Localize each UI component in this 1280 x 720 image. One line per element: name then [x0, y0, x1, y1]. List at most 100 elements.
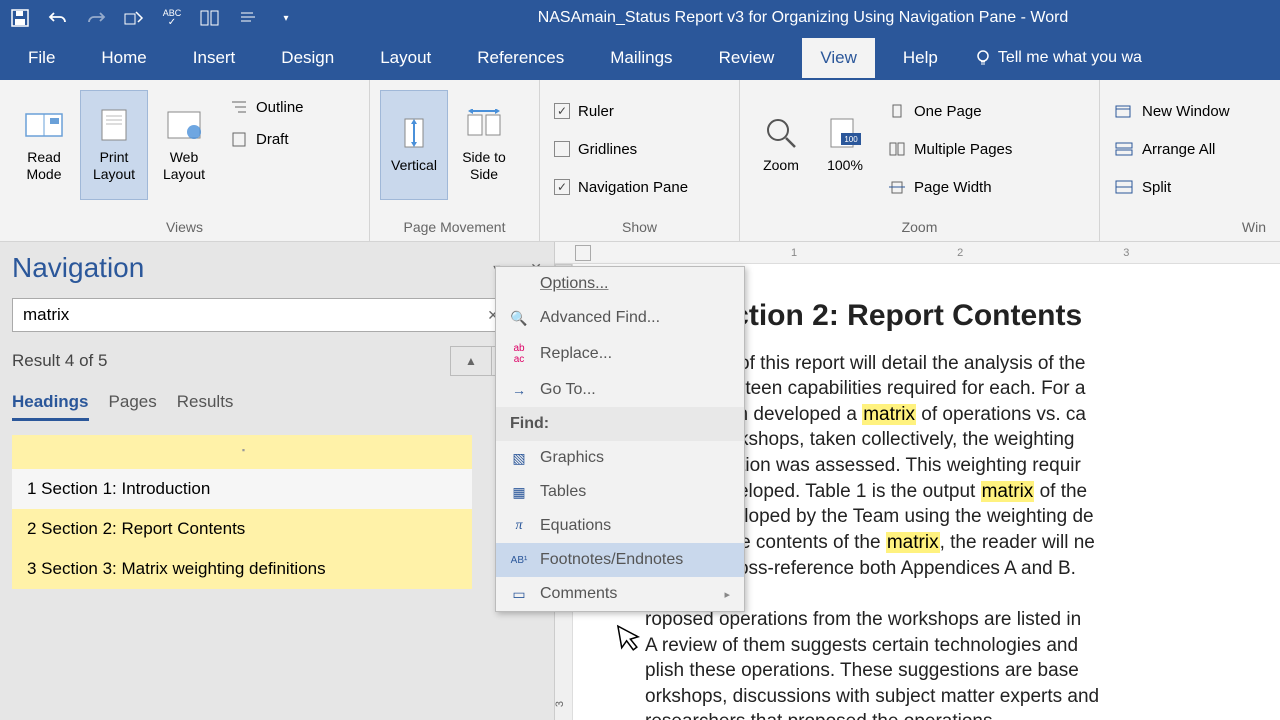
menu-options[interactable]: Options... [496, 267, 744, 301]
checkbox-checked-icon [554, 179, 570, 195]
movement-group-label: Page Movement [380, 215, 529, 241]
tab-mailings[interactable]: Mailings [592, 38, 690, 78]
gridlines-checkbox[interactable]: Gridlines [554, 136, 688, 162]
navigation-title: Navigation [12, 252, 144, 284]
nav-tab-pages[interactable]: Pages [109, 392, 157, 421]
menu-find-header: Find: [496, 407, 744, 441]
tab-help[interactable]: Help [885, 38, 956, 78]
draft-icon [230, 131, 248, 147]
new-window-icon [1114, 103, 1134, 119]
arrange-icon [1114, 141, 1134, 157]
menu-graphics[interactable]: ▧Graphics [496, 441, 744, 475]
goto-icon: → [510, 382, 528, 398]
tables-icon: ▦ [510, 484, 528, 501]
footnotes-icon: AB¹ [510, 555, 528, 566]
title-bar: ABC✓ ▾ NASAmain_Status Report v3 for Org… [0, 0, 1280, 36]
menu-comments[interactable]: ▭Comments▸ [496, 577, 744, 611]
search-result-count: Result 4 of 5 [12, 351, 107, 371]
vertical-button[interactable]: Vertical [380, 90, 448, 200]
tab-home[interactable]: Home [83, 38, 164, 78]
window-title: NASAmain_Status Report v3 for Organizing… [296, 9, 1270, 27]
draft-button[interactable]: Draft [230, 126, 304, 152]
tab-insert[interactable]: Insert [175, 38, 254, 78]
print-layout-icon [94, 107, 134, 143]
graphics-icon: ▧ [510, 450, 528, 467]
read-mode-icon [24, 107, 64, 143]
outline-button[interactable]: Outline [230, 94, 304, 120]
one-page-button[interactable]: One Page [888, 98, 1012, 124]
heading-item-2[interactable]: 2 Section 2: Report Contents [12, 509, 472, 549]
web-layout-icon [164, 107, 204, 143]
menu-replace[interactable]: abacReplace... [496, 335, 744, 373]
svg-text:100: 100 [844, 135, 858, 144]
ribbon: Read Mode Print Layout Web Layout Outlin… [0, 80, 1280, 242]
tab-file[interactable]: File [10, 38, 73, 78]
spelling-icon[interactable]: ABC✓ [162, 8, 182, 28]
checkbox-icon [554, 141, 570, 157]
web-layout-button[interactable]: Web Layout [150, 90, 218, 200]
zoom-icon [761, 115, 801, 151]
side-to-side-button[interactable]: Side to Side [450, 90, 518, 200]
menu-advanced-find[interactable]: 🔍Advanced Find... [496, 301, 744, 335]
print-layout-button[interactable]: Print Layout [80, 90, 148, 200]
undo-icon[interactable] [48, 8, 68, 28]
zoom-100-icon: 100 [825, 115, 865, 151]
comments-icon: ▭ [510, 586, 528, 603]
tab-view[interactable]: View [802, 38, 875, 78]
columns-icon[interactable] [200, 8, 220, 28]
search-icon: 🔍 [510, 310, 528, 327]
heading-list: ▪ 1 Section 1: Introduction 2 Section 2:… [12, 435, 472, 589]
equations-icon: π [510, 518, 528, 534]
one-page-icon [888, 103, 906, 119]
heading-item-3[interactable]: 3 Section 3: Matrix weighting definition… [12, 549, 472, 589]
horizontal-ruler[interactable]: 123 [555, 242, 1280, 264]
replace-icon: abac [510, 343, 528, 365]
paragraph-icon[interactable] [238, 8, 258, 28]
checkbox-checked-icon [554, 103, 570, 119]
navpane-checkbox[interactable]: Navigation Pane [554, 174, 688, 200]
menu-footnotes[interactable]: AB¹Footnotes/Endnotes [496, 543, 744, 577]
menu-bar: File Home Insert Design Layout Reference… [0, 36, 1280, 80]
nav-search-box[interactable]: ✕ ▾ [12, 298, 532, 332]
outline-icon [230, 99, 248, 115]
page-width-icon [888, 179, 906, 195]
page-width-button[interactable]: Page Width [888, 174, 1012, 200]
save-icon[interactable] [10, 8, 30, 28]
lightbulb-icon [974, 49, 992, 67]
search-input[interactable] [23, 305, 481, 325]
tab-references[interactable]: References [459, 38, 582, 78]
window-group-label: Win [1110, 215, 1270, 241]
prev-result-button[interactable]: ▲ [451, 347, 491, 375]
vertical-icon [394, 115, 434, 151]
show-group-label: Show [550, 215, 729, 241]
multiple-pages-button[interactable]: Multiple Pages [888, 136, 1012, 162]
zoom-100-button[interactable]: 100 100% [814, 90, 876, 200]
zoom-group-label: Zoom [750, 215, 1089, 241]
redo-icon[interactable] [86, 8, 106, 28]
new-window-button[interactable]: New Window [1114, 98, 1230, 124]
ruler-checkbox[interactable]: Ruler [554, 98, 688, 124]
heading-item-1[interactable]: 1 Section 1: Introduction [12, 469, 472, 509]
tab-review[interactable]: Review [701, 38, 793, 78]
read-mode-button[interactable]: Read Mode [10, 90, 78, 200]
split-button[interactable]: Split [1114, 174, 1230, 200]
arrange-all-button[interactable]: Arrange All [1114, 136, 1230, 162]
search-dropdown-menu: Options... 🔍Advanced Find... abacReplace… [495, 266, 745, 612]
multi-pages-icon [888, 141, 906, 157]
quick-edit-icon[interactable] [124, 8, 144, 28]
nav-tab-headings[interactable]: Headings [12, 392, 89, 421]
tab-layout[interactable]: Layout [362, 38, 449, 78]
qat-dropdown-icon[interactable]: ▾ [276, 8, 296, 28]
split-icon [1114, 179, 1134, 195]
heading-top-marker[interactable]: ▪ [12, 435, 472, 469]
tell-me-search[interactable]: Tell me what you wa [974, 49, 1142, 67]
side-to-side-icon [464, 107, 504, 143]
views-group-label: Views [10, 215, 359, 241]
navigation-pane: Navigation ▾ ✕ ✕ ▾ Result 4 of 5 ▲ ▼ Hea… [0, 242, 555, 720]
menu-tables[interactable]: ▦Tables [496, 475, 744, 509]
menu-goto[interactable]: →Go To... [496, 373, 744, 407]
tab-design[interactable]: Design [263, 38, 352, 78]
nav-tab-results[interactable]: Results [177, 392, 234, 421]
menu-equations[interactable]: πEquations [496, 509, 744, 543]
zoom-button[interactable]: Zoom [750, 90, 812, 200]
